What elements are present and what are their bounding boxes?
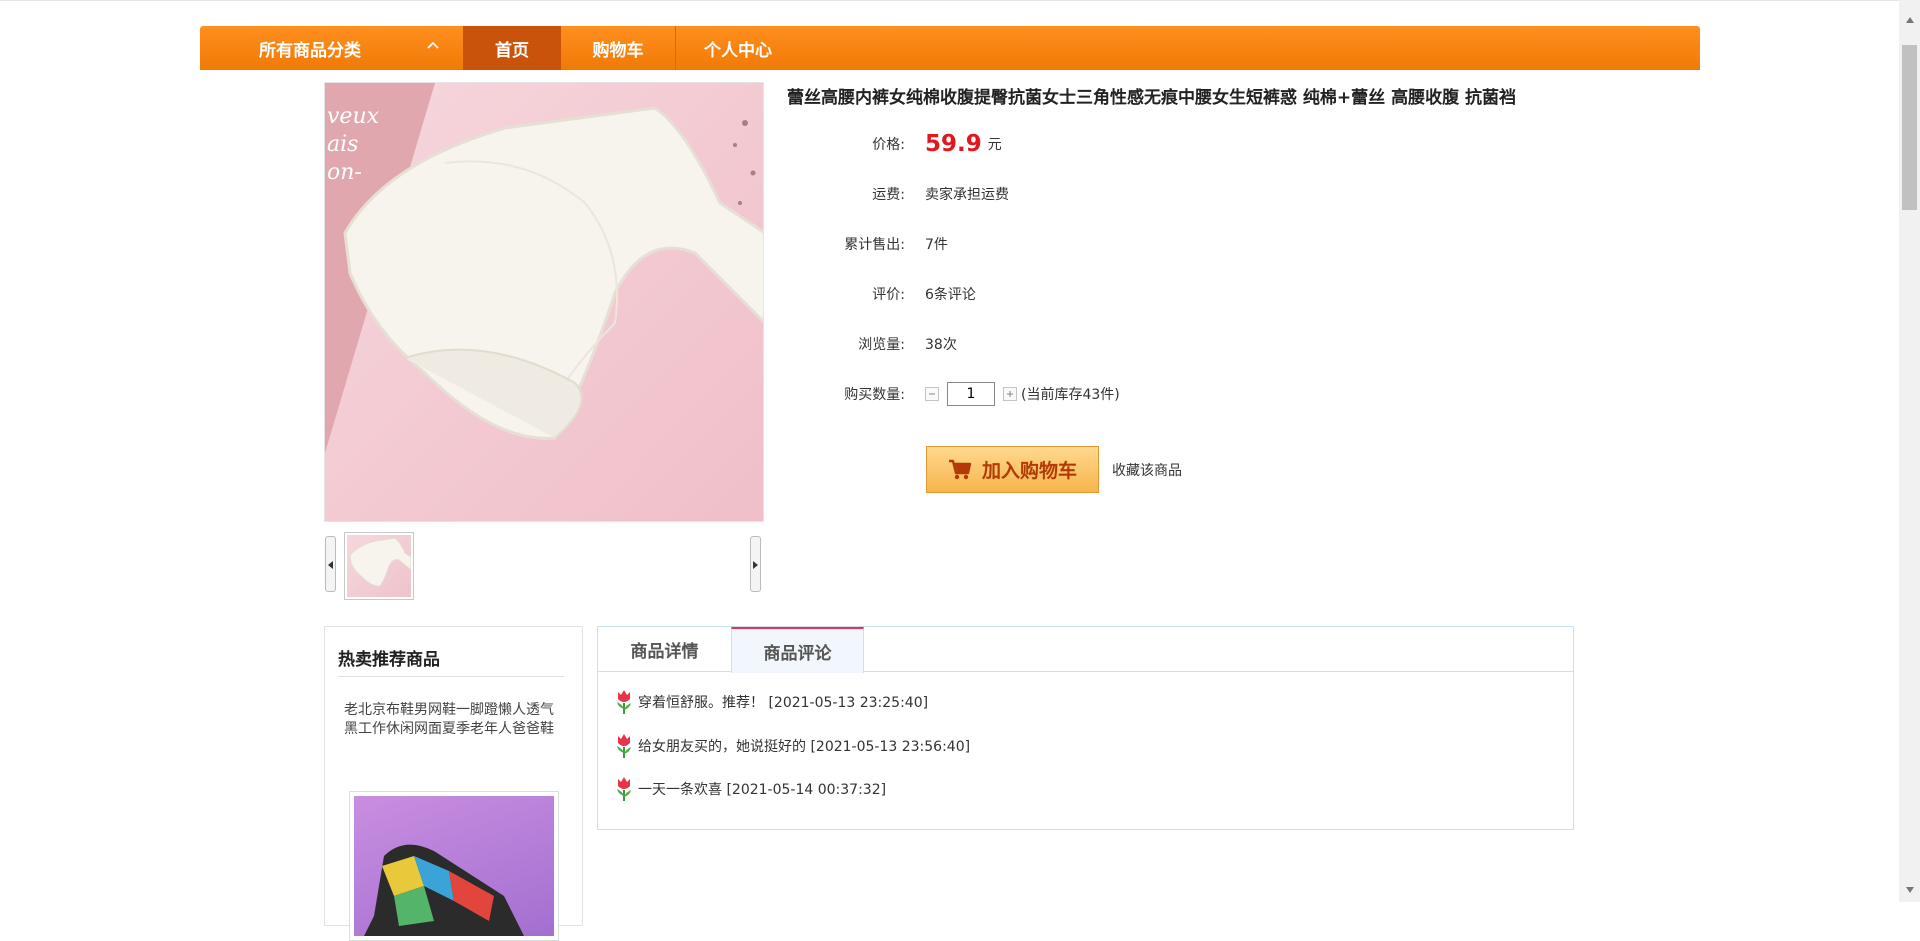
thumbnail-photo-icon <box>349 537 411 587</box>
tab-product-detail[interactable]: 商品详情 <box>598 627 731 672</box>
review-count: 6条评论 <box>925 287 976 303</box>
review-label: 评价: <box>872 287 905 303</box>
quantity-input[interactable] <box>947 382 995 406</box>
comment-text: 穿着恒舒服。推荐！ [2021-05-13 23:25:40] <box>638 695 929 711</box>
plus-icon <box>1007 391 1013 397</box>
product-main-image: veux ais on- <box>324 82 764 522</box>
nav-home-link[interactable]: 首页 <box>463 26 561 70</box>
add-to-cart-label: 加入购物车 <box>981 460 1077 482</box>
comment-item: 穿着恒舒服。推荐！ [2021-05-13 23:25:40] <box>614 687 928 717</box>
hot-recommend-panel: 热卖推荐商品 老北京布鞋男网鞋一脚蹬懒人透气黑工作休闲网面夏季老年人爸爸鞋 <box>324 626 583 941</box>
svg-text:on-: on- <box>327 160 362 185</box>
comment-item: 一天一条欢喜 [2021-05-14 00:37:32] <box>614 774 886 804</box>
quantity-label: 购买数量: <box>844 387 905 403</box>
scroll-down-arrow-icon[interactable] <box>1904 885 1916 895</box>
svg-text:veux: veux <box>327 104 380 129</box>
thumb-next-button[interactable] <box>750 536 761 592</box>
price-unit: 元 <box>987 137 1002 153</box>
price-row: 价格: 59.9 元 <box>787 131 1002 157</box>
chevron-up-icon <box>427 41 439 49</box>
hot-item-name-link[interactable]: 老北京布鞋男网鞋一脚蹬懒人透气黑工作休闲网面夏季老年人爸爸鞋 <box>344 701 564 739</box>
comment-text: 给女朋友买的，她说挺好的 [2021-05-13 23:56:40] <box>638 739 971 755</box>
comment-text: 一天一条欢喜 [2021-05-14 00:37:32] <box>638 782 887 798</box>
tulip-icon <box>617 734 631 758</box>
top-divider <box>0 0 1920 1</box>
product-title: 蕾丝高腰内裤女纯棉收腹提臀抗菌女士三角性感无痕中腰女生短裤惑 纯棉+蕾丝 高腰收… <box>787 88 1516 108</box>
tulip-icon <box>617 777 631 801</box>
price-label: 价格: <box>872 137 905 153</box>
category-menu-label: 所有商品分类 <box>259 40 361 61</box>
review-row: 评价: 6条评论 <box>787 282 976 306</box>
shopping-cart-icon <box>948 459 972 479</box>
caret-right-icon <box>753 561 758 569</box>
product-photo-icon: veux ais on- <box>325 83 763 453</box>
page-scrollbar-thumb[interactable] <box>1902 45 1917 210</box>
thumbnail-strip <box>324 530 764 600</box>
nav-user-center-link[interactable]: 个人中心 <box>676 26 800 70</box>
hot-item-image[interactable] <box>349 791 559 941</box>
tab-product-comments[interactable]: 商品评论 <box>731 627 864 673</box>
stock-text: (当前库存43件) <box>1021 387 1120 403</box>
quantity-row: 购买数量: (当前库存43件) <box>787 382 1120 406</box>
add-to-cart-button[interactable]: 加入购物车 <box>926 446 1099 493</box>
sold-row: 累计售出: 7件 <box>787 232 948 256</box>
scroll-up-arrow-icon[interactable] <box>1904 15 1916 25</box>
price-value: 59.9 <box>925 131 982 157</box>
shipping-row: 运费: 卖家承担运费 <box>787 182 1009 206</box>
minus-icon <box>929 393 935 395</box>
svg-text:ais: ais <box>327 132 358 157</box>
nav-cart-link[interactable]: 购物车 <box>561 26 676 70</box>
comment-item: 给女朋友买的，她说挺好的 [2021-05-13 23:56:40] <box>614 731 970 761</box>
tab-bar: 商品详情 商品评论 <box>598 627 1573 673</box>
sold-label: 累计售出: <box>844 237 905 253</box>
quantity-decrease-button[interactable] <box>925 387 939 401</box>
views-value: 38次 <box>925 337 957 353</box>
main-nav-bar: 所有商品分类 首页 购物车 个人中心 <box>200 26 1700 70</box>
shoe-photo-icon <box>364 844 524 936</box>
quantity-increase-button[interactable] <box>1003 387 1017 401</box>
hot-recommend-divider <box>338 676 564 677</box>
detail-comment-panel: 商品详情 商品评论 穿着恒舒服。推荐！ [2021-05-13 23:25:40… <box>597 626 1574 830</box>
thumbnail-image[interactable] <box>344 532 414 600</box>
sold-value: 7件 <box>925 237 948 253</box>
views-label: 浏览量: <box>858 337 905 353</box>
shipping-value: 卖家承担运费 <box>925 187 1009 203</box>
views-row: 浏览量: 38次 <box>787 332 957 356</box>
hot-recommend-title: 热卖推荐商品 <box>338 650 440 670</box>
favorite-link[interactable]: 收藏该商品 <box>1112 460 1182 480</box>
tulip-icon <box>617 690 631 714</box>
thumb-prev-button[interactable] <box>325 536 336 592</box>
caret-left-icon <box>328 561 333 569</box>
category-menu-toggle[interactable]: 所有商品分类 <box>200 26 463 70</box>
shipping-label: 运费: <box>872 187 905 203</box>
